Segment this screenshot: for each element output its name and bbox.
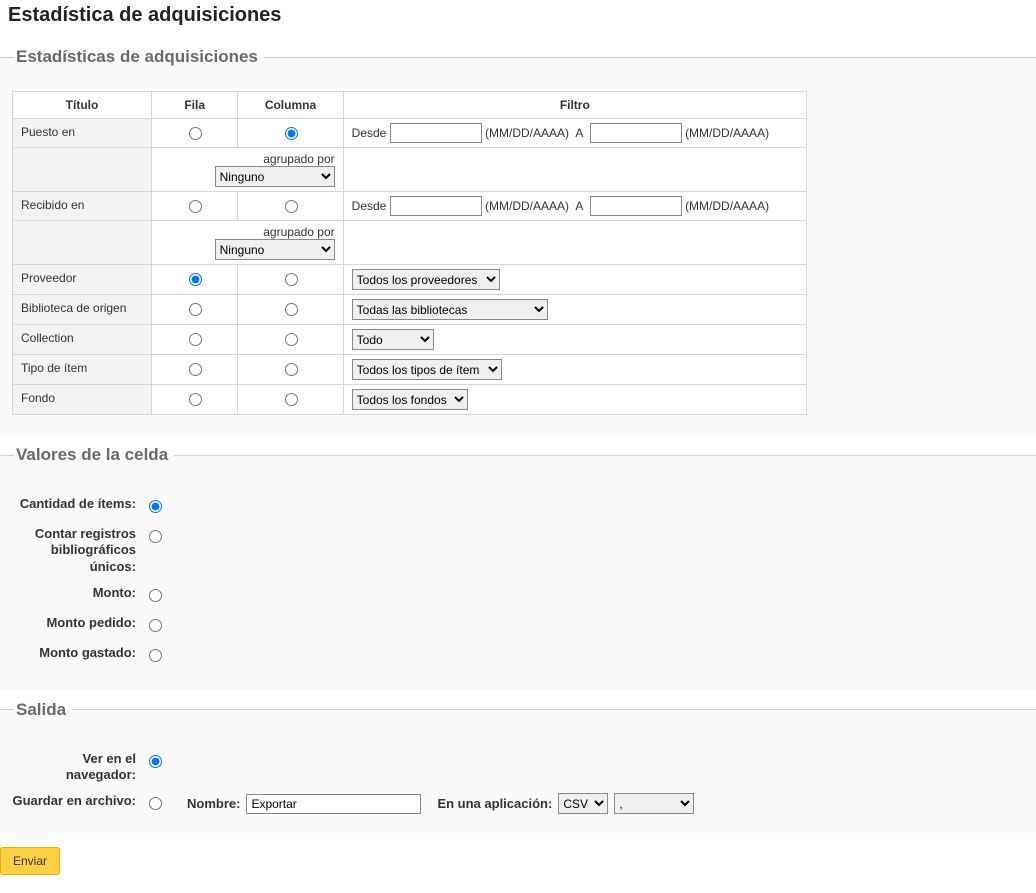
opt-count-biblios-label: Contar registros bibliográficos únicos: (12, 526, 136, 575)
select-fund[interactable]: Todos los fondos (352, 389, 468, 410)
radio-row-received-on[interactable] (189, 200, 202, 213)
radio-row-item-type[interactable] (189, 363, 202, 376)
opt-output-browser-label: Ver en el navegador: (12, 751, 136, 784)
row-label-home-lib: Biblioteca de origen (13, 295, 152, 325)
grouped-by-label: agrupado por (263, 225, 334, 239)
input-received-to[interactable] (590, 196, 682, 216)
filter-placed-on: Desde (MM/DD/AAAA) A (MM/DD/AAAA) (343, 119, 806, 148)
radio-row-placed-on[interactable] (189, 127, 202, 140)
radio-col-fund[interactable] (285, 393, 298, 406)
output-legend: Salida (14, 700, 72, 720)
row-vendor: Proveedor Todos los proveedores (13, 265, 807, 295)
opt-amount-spent: Monto gastado: (12, 640, 1024, 670)
to-label: A (575, 199, 583, 213)
radio-col-vendor[interactable] (285, 273, 298, 286)
row-label-empty (13, 148, 152, 192)
radio-col-collection[interactable] (285, 333, 298, 346)
th-title: Título (13, 92, 152, 119)
date-format-hint: (MM/DD/AAAA) (685, 126, 769, 140)
select-grouped-received-on[interactable]: Ninguno (215, 239, 335, 260)
row-label-placed-on: Puesto en (13, 119, 152, 148)
radio-col-item-type[interactable] (285, 363, 298, 376)
opt-output-file: Guardar en archivo: Nombre: En una aplic… (12, 788, 1024, 819)
stats-table: Título Fila Columna Filtro Puesto en Des… (12, 91, 807, 415)
empty-cell (343, 221, 806, 265)
row-label-fund: Fondo (13, 385, 152, 415)
radio-col-home-lib[interactable] (285, 303, 298, 316)
select-grouped-placed-on[interactable]: Ninguno (215, 166, 335, 187)
date-format-hint: (MM/DD/AAAA) (685, 199, 769, 213)
page-title: Estadística de adquisiciones (0, 0, 1036, 37)
th-column: Columna (238, 92, 343, 119)
row-label-received-on: Recibido en (13, 192, 152, 221)
opt-amount-ordered: Monto pedido: (12, 610, 1024, 640)
output-fieldset: Salida Ver en el navegador: Guardar en a… (0, 700, 1036, 840)
grouped-by-received-on-cell: agrupado por Ninguno (152, 221, 344, 265)
select-file-separator[interactable]: , (614, 793, 694, 814)
filter-received-on: Desde (MM/DD/AAAA) A (MM/DD/AAAA) (343, 192, 806, 221)
opt-amount-ordered-label: Monto pedido: (12, 615, 136, 631)
row-label-empty (13, 221, 152, 265)
radio-output-file[interactable] (149, 797, 162, 810)
row-home-lib: Biblioteca de origen Todas las bibliotec… (13, 295, 807, 325)
opt-count-biblios: Contar registros bibliográficos únicos: (12, 521, 1024, 580)
radio-output-browser[interactable] (149, 755, 162, 768)
radio-row-vendor[interactable] (189, 273, 202, 286)
radio-count-biblios[interactable] (149, 530, 162, 543)
select-item-type[interactable]: Todos los tipos de ítem (352, 359, 502, 380)
opt-amount: Monto: (12, 580, 1024, 610)
opt-amount-spent-label: Monto gastado: (12, 645, 136, 661)
input-placed-to[interactable] (590, 123, 682, 143)
opt-count-items-label: Cantidad de ítems: (12, 496, 136, 512)
th-filter: Filtro (343, 92, 806, 119)
input-placed-from[interactable] (390, 123, 482, 143)
stats-legend: Estadísticas de adquisiciones (14, 47, 264, 67)
input-received-from[interactable] (390, 196, 482, 216)
th-row: Fila (152, 92, 238, 119)
opt-output-browser: Ver en el navegador: (12, 746, 1024, 789)
cell-values-fieldset: Valores de la celda Cantidad de ítems: C… (0, 445, 1036, 690)
cell-values-legend: Valores de la celda (14, 445, 174, 465)
row-placed-on: Puesto en Desde (MM/DD/AAAA) A (MM/DD/AA… (13, 119, 807, 148)
select-home-lib[interactable]: Todas las bibliotecas (352, 299, 548, 320)
radio-row-fund[interactable] (189, 393, 202, 406)
opt-amount-label: Monto: (12, 585, 136, 601)
opt-output-file-label: Guardar en archivo: (12, 793, 136, 809)
row-label-collection: Collection (13, 325, 152, 355)
to-label: A (575, 126, 583, 140)
row-received-on-grouped: agrupado por Ninguno (13, 221, 807, 265)
submit-button[interactable]: Enviar (0, 847, 60, 875)
select-vendor[interactable]: Todos los proveedores (352, 269, 500, 290)
grouped-by-label: agrupado por (263, 152, 334, 166)
radio-amount-spent[interactable] (149, 649, 162, 662)
from-label: Desde (352, 126, 387, 140)
from-label: Desde (352, 199, 387, 213)
row-label-vendor: Proveedor (13, 265, 152, 295)
radio-col-placed-on[interactable] (285, 127, 298, 140)
empty-cell (343, 148, 806, 192)
radio-col-received-on[interactable] (285, 200, 298, 213)
radio-amount-ordered[interactable] (149, 619, 162, 632)
date-format-hint: (MM/DD/AAAA) (485, 126, 569, 140)
row-placed-on-grouped: agrupado por Ninguno (13, 148, 807, 192)
row-received-on: Recibido en Desde (MM/DD/AAAA) A (MM/DD/… (13, 192, 807, 221)
file-app-label: En una aplicación: (437, 796, 552, 811)
stats-fieldset: Estadísticas de adquisiciones Título Fil… (0, 47, 1036, 435)
radio-row-home-lib[interactable] (189, 303, 202, 316)
select-collection[interactable]: Todo (352, 329, 434, 350)
date-format-hint: (MM/DD/AAAA) (485, 199, 569, 213)
radio-count-items[interactable] (149, 500, 162, 513)
radio-row-collection[interactable] (189, 333, 202, 346)
select-file-format[interactable]: CSV (558, 793, 608, 814)
grouped-by-placed-on-cell: agrupado por Ninguno (152, 148, 344, 192)
radio-amount[interactable] (149, 589, 162, 602)
row-label-item-type: Tipo de ítem (13, 355, 152, 385)
row-fund: Fondo Todos los fondos (13, 385, 807, 415)
file-name-label: Nombre: (187, 796, 240, 811)
row-item-type: Tipo de ítem Todos los tipos de ítem (13, 355, 807, 385)
opt-count-items: Cantidad de ítems: (12, 491, 1024, 521)
row-collection: Collection Todo (13, 325, 807, 355)
input-file-name[interactable] (246, 794, 421, 814)
